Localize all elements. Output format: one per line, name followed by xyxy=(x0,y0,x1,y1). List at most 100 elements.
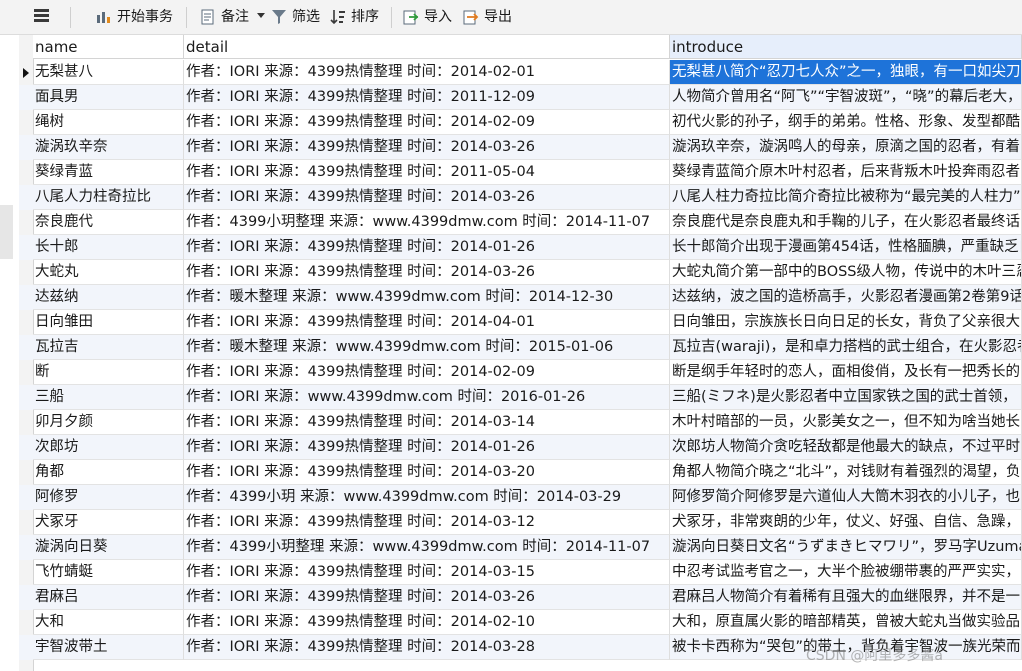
cell-introduce[interactable]: 人物简介曾用名“阿飞”“宇智波斑”，“晓”的幕后老大， xyxy=(670,85,1022,110)
cell-name[interactable]: 漩涡玖辛奈 xyxy=(33,135,184,160)
table-row[interactable]: 断作者：IORI 来源：4399热情整理 时间：2014-02-09 断是纲手年轻… xyxy=(19,360,1022,385)
table-row[interactable]: 面具男 作者：IORI 来源：4399热情整理 时间：2011-12-09 人物简介… xyxy=(19,85,1022,110)
cell-detail[interactable]: 作者：IORI 来源：4399热情整理 时间：2014-02-01 xyxy=(184,60,670,85)
cell-name[interactable]: 三船 xyxy=(33,385,184,410)
cell-detail[interactable]: 作者：IORI 来源：4399热情整理 时间：2014-01-26 xyxy=(184,435,670,460)
cell-introduce[interactable]: 漩涡向日葵日文名“うずまきヒマワリ”，罗马字Uzumaki xyxy=(670,535,1022,560)
cell-detail[interactable]: 作者：IORI 来源：4399热情整理 时间：2014-03-26 xyxy=(184,185,670,210)
cell-name[interactable]: 大和 xyxy=(33,610,184,635)
cell-name[interactable]: 阿修罗 xyxy=(33,485,184,510)
table-row[interactable]: 葵绿青蓝 作者：IORI 来源：4399热情整理 时间：2011-05-04 葵绿青… xyxy=(19,160,1022,185)
cell-name[interactable]: 君麻吕 xyxy=(33,585,184,610)
cell-introduce[interactable]: 中忍考试监考官之一，大半个脸被绷带裹的严严实实， xyxy=(670,560,1022,585)
filter-label: 筛选 xyxy=(292,9,320,25)
cell-name[interactable]: 断 xyxy=(33,360,184,385)
cell-detail[interactable]: 作者：IORI 来源：4399热情整理 时间：2014-03-26 xyxy=(184,135,670,160)
cell-introduce[interactable]: 木叶村暗部的一员，火影美女之一，但不知为啥当她长 xyxy=(670,410,1022,435)
cell-introduce[interactable]: 奈良鹿代是奈良鹿丸和手鞠的儿子，在火影忍者最终话 xyxy=(670,210,1022,235)
table-row[interactable]: 阿修罗 作者：4399小玥 来源：www.4399dmw.com 时间：2014-… xyxy=(19,485,1022,510)
cell-detail[interactable]: 作者：IORI 来源：4399热情整理 时间：2014-03-26 xyxy=(184,585,670,610)
cell-detail[interactable]: 作者：IORI 来源：4399热情整理 时间：2011-05-04 xyxy=(184,160,670,185)
table-row[interactable]: 达兹纳 作者：暖木整理 来源：www.4399dmw.com 时间：2014-12… xyxy=(19,285,1022,310)
table-row[interactable]: 长十郎 作者：IORI 来源：4399热情整理 时间：2014-01-26 长十郎简… xyxy=(19,235,1022,260)
cell-name[interactable]: 次郎坊 xyxy=(33,435,184,460)
cell-detail[interactable]: 作者：IORI 来源：4399热情整理 时间：2014-03-12 xyxy=(184,510,670,535)
cell-introduce[interactable]: 长十郎简介出现于漫画第454话，性格腼腆，严重缺乏自 xyxy=(670,235,1022,260)
cell-detail[interactable]: 作者：IORI 来源：4399热情整理 时间：2014-02-10 xyxy=(184,610,670,635)
cell-name[interactable]: 犬冢牙 xyxy=(33,510,184,535)
table-row[interactable]: 瓦拉吉 作者：暖木整理 来源：www.4399dmw.com 时间：2015-01… xyxy=(19,335,1022,360)
cell-name[interactable]: 宇智波带土 xyxy=(33,635,184,660)
cell-detail[interactable]: 作者：IORI 来源：www.4399dmw.com 时间：2016-01-26 xyxy=(184,385,670,410)
cell-name[interactable]: 飞竹蜻蜓 xyxy=(33,560,184,585)
cell-introduce[interactable]: 君麻吕人物简介有着稀有且强大的血继限界，并不是一 xyxy=(670,585,1022,610)
cell-name[interactable]: 瓦拉吉 xyxy=(33,335,184,360)
cell-name[interactable]: 长十郎 xyxy=(33,235,184,260)
cell-introduce[interactable]: 瓦拉吉(waraji)，是和卓力搭档的武士组合，在火影忍者 xyxy=(670,335,1022,360)
cell-introduce[interactable]: 大蛇丸简介第一部中的BOSS级人物，传说中的木叶三忍 xyxy=(670,260,1022,285)
cell-detail[interactable]: 作者：IORI 来源：4399热情整理 时间：2014-02-09 xyxy=(184,110,670,135)
cell-detail[interactable]: 作者：IORI 来源：4399热情整理 时间：2014-03-26 xyxy=(184,260,670,285)
cell-name[interactable]: 大蛇丸 xyxy=(33,260,184,285)
table-row[interactable]: 卯月夕颜 作者：IORI 来源：4399热情整理 时间：2014-03-14 木叶村… xyxy=(19,410,1022,435)
cell-name[interactable]: 卯月夕颜 xyxy=(33,410,184,435)
table-row[interactable]: 次郎坊 作者：IORI 来源：4399热情整理 时间：2014-01-26 次郎坊人… xyxy=(19,435,1022,460)
cell-detail[interactable]: 作者：IORI 来源：4399热情整理 时间：2014-02-09 xyxy=(184,360,670,385)
table-row[interactable]: 飞竹蜻蜓 作者：IORI 来源：4399热情整理 时间：2014-03-15 中忍考… xyxy=(19,560,1022,585)
table-row[interactable]: 三船 作者：IORI 来源：www.4399dmw.com 时间：2016-01-… xyxy=(19,385,1022,410)
cell-introduce[interactable]: 初代火影的孙子，纲手的弟弟。性格、形象、发型都酷 xyxy=(670,110,1022,135)
cell-introduce[interactable]: 阿修罗简介阿修罗是六道仙人大筒木羽衣的小儿子，也 xyxy=(670,485,1022,510)
menu-icon[interactable] xyxy=(34,9,49,25)
table-row[interactable]: 犬冢牙 作者：IORI 来源：4399热情整理 时间：2014-03-12 犬冢牙，… xyxy=(19,510,1022,535)
cell-detail[interactable]: 作者：IORI 来源：4399热情整理 时间：2011-12-09 xyxy=(184,85,670,110)
cell-introduce[interactable]: 断是纲手年轻时的恋人，面相俊俏，及长有一把秀长的 xyxy=(670,360,1022,385)
cell-detail[interactable]: 作者：IORI 来源：4399热情整理 时间：2014-04-01 xyxy=(184,310,670,335)
cell-name[interactable]: 绳树 xyxy=(33,110,184,135)
cell-detail[interactable]: 作者：4399小玥整理 来源：www.4399dmw.com 时间：2014-1… xyxy=(184,535,670,560)
cell-detail[interactable]: 作者：暖木整理 来源：www.4399dmw.com 时间：2014-12-30 xyxy=(184,285,670,310)
cell-name[interactable]: 角都 xyxy=(33,460,184,485)
cell-name[interactable]: 面具男 xyxy=(33,85,184,110)
column-header-introduce[interactable]: introduce xyxy=(670,35,1022,59)
cell-introduce[interactable]: 角都人物简介晓之“北斗”，对钱财有着强烈的渴望，负 xyxy=(670,460,1022,485)
cell-detail[interactable]: 作者：IORI 来源：4399热情整理 时间：2014-01-26 xyxy=(184,235,670,260)
table-row[interactable]: 奈良鹿代 作者：4399小玥整理 来源：www.4399dmw.com 时间：20… xyxy=(19,210,1022,235)
table-row[interactable]: 大和 作者：IORI 来源：4399热情整理 时间：2014-02-10 大和，原直… xyxy=(19,610,1022,635)
table-row[interactable]: 角都 作者：IORI 来源：4399热情整理 时间：2014-03-20 角都人物简… xyxy=(19,460,1022,485)
cell-introduce[interactable]: 葵绿青蓝简介原木叶村忍者，后来背叛木叶投奔雨忍者 xyxy=(670,160,1022,185)
cell-detail[interactable]: 作者：IORI 来源：4399热情整理 时间：2014-03-28 xyxy=(184,635,670,660)
cell-introduce[interactable]: 日向雏田，宗族族长日向日足的长女，背负了父亲很大 xyxy=(670,310,1022,335)
cell-name[interactable]: 八尾人力柱奇拉比 xyxy=(33,185,184,210)
cell-introduce[interactable]: 漩涡玖辛奈，漩涡鸣人的母亲，原滴之国的忍者，有着 xyxy=(670,135,1022,160)
cell-detail[interactable]: 作者：4399小玥 来源：www.4399dmw.com 时间：2014-03-… xyxy=(184,485,670,510)
table-row[interactable]: 大蛇丸 作者：IORI 来源：4399热情整理 时间：2014-03-26 大蛇丸简… xyxy=(19,260,1022,285)
cell-introduce[interactable]: 无梨甚八简介“忍刀七人众”之一，独眼，有一口如尖刀般 xyxy=(670,60,1022,85)
cell-detail[interactable]: 作者：4399小玥整理 来源：www.4399dmw.com 时间：2014-1… xyxy=(184,210,670,235)
cell-name[interactable]: 达兹纳 xyxy=(33,285,184,310)
cell-name[interactable]: 奈良鹿代 xyxy=(33,210,184,235)
column-header-name[interactable]: name xyxy=(33,35,184,59)
cell-detail[interactable]: 作者：暖木整理 来源：www.4399dmw.com 时间：2015-01-06 xyxy=(184,335,670,360)
cell-introduce[interactable]: 大和，原直属火影的暗部精英，曾被大蛇丸当做实验品 xyxy=(670,610,1022,635)
table-row[interactable]: 日向雏田 作者：IORI 来源：4399热情整理 时间：2014-04-01 日向雏… xyxy=(19,310,1022,335)
cell-name[interactable]: 无梨甚八 xyxy=(33,60,184,85)
column-header-detail[interactable]: detail xyxy=(184,35,670,59)
table-row[interactable]: 漩涡玖辛奈 作者：IORI 来源：4399热情整理 时间：2014-03-26 漩涡… xyxy=(19,135,1022,160)
cell-introduce[interactable]: 次郎坊人物简介贪吃轻敌都是他最大的缺点，不过平时 xyxy=(670,435,1022,460)
cell-name[interactable]: 漩涡向日葵 xyxy=(33,535,184,560)
cell-detail[interactable]: 作者：IORI 来源：4399热情整理 时间：2014-03-14 xyxy=(184,410,670,435)
table-row[interactable]: 绳树 作者：IORI 来源：4399热情整理 时间：2014-02-09 初代火影的… xyxy=(19,110,1022,135)
table-row[interactable]: 漩涡向日葵 作者：4399小玥整理 来源：www.4399dmw.com 时间：2… xyxy=(19,535,1022,560)
note-dropdown-icon[interactable] xyxy=(257,13,265,21)
cell-introduce[interactable]: 三船(ミフネ)是火影忍者中立国家铁之国的武士首领， xyxy=(670,385,1022,410)
cell-introduce[interactable]: 八尾人柱力奇拉比简介奇拉比被称为“最完美的人柱力” xyxy=(670,185,1022,210)
cell-name[interactable]: 葵绿青蓝 xyxy=(33,160,184,185)
table-row[interactable]: 八尾人力柱奇拉比 作者：IORI 来源：4399热情整理 时间：2014-03-2… xyxy=(19,185,1022,210)
table-row[interactable]: 君麻吕 作者：IORI 来源：4399热情整理 时间：2014-03-26 君麻吕人… xyxy=(19,585,1022,610)
cell-detail[interactable]: 作者：IORI 来源：4399热情整理 时间：2014-03-20 xyxy=(184,460,670,485)
cell-name[interactable]: 日向雏田 xyxy=(33,310,184,335)
cell-introduce[interactable]: 达兹纳，波之国的造桥高手，火影忍者漫画第2卷第9话 xyxy=(670,285,1022,310)
cell-detail[interactable]: 作者：IORI 来源：4399热情整理 时间：2014-03-15 xyxy=(184,560,670,585)
cell-introduce[interactable]: 犬冢牙，非常爽朗的少年，仗义、好强、自信、急躁， xyxy=(670,510,1022,535)
table-row[interactable]: 无梨甚八 作者：IORI 来源：4399热情整理 时间：2014-02-01 无梨甚… xyxy=(19,60,1022,85)
